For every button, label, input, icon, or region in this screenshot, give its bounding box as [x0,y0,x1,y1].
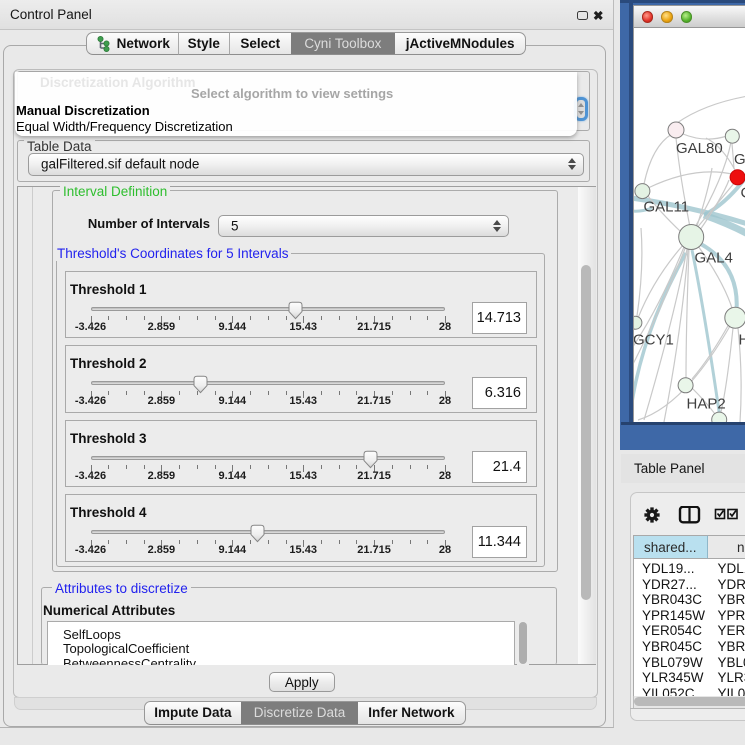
svg-text:HAP2: HAP2 [686,395,725,412]
svg-text:GAL4: GAL4 [694,249,732,266]
svg-text:GAL11: GAL11 [643,198,689,215]
svg-text:GCY1: GCY1 [634,331,674,348]
svg-text:C: C [740,184,745,201]
svg-text:H: H [738,331,745,348]
svg-text:GAL80: GAL80 [676,140,723,157]
svg-text:GA: GA [734,151,745,168]
